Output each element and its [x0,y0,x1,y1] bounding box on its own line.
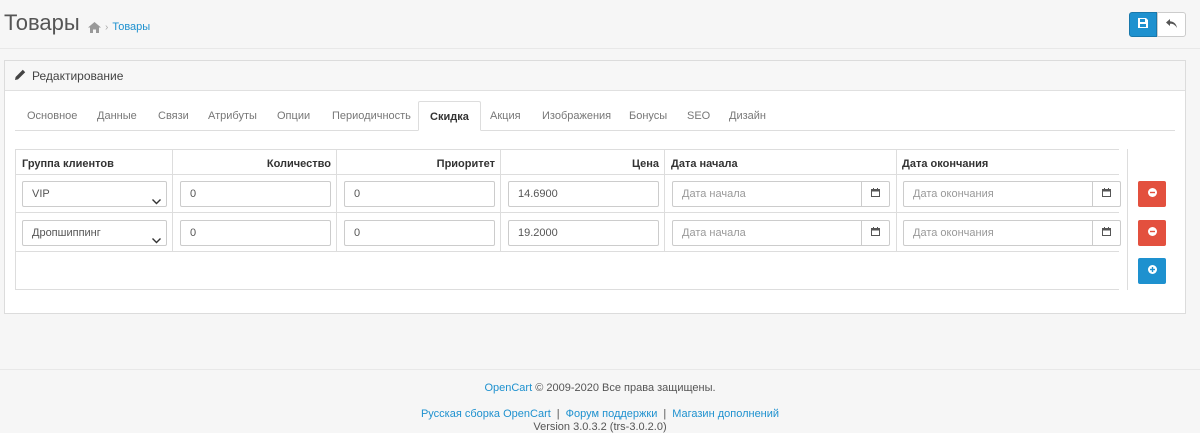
customer-group-select[interactable]: VIP [22,181,167,207]
table-border-top [15,149,1119,150]
save-button[interactable] [1129,12,1157,37]
calendar-icon [1102,188,1111,200]
back-button[interactable] [1157,12,1186,37]
table-col-divider [664,149,665,251]
price-input[interactable]: 19.2000 [508,220,659,246]
priority-input[interactable]: 0 [344,181,495,207]
quantity-input[interactable]: 0 [180,181,331,207]
table-col-divider [896,149,897,251]
date-start-calendar-button[interactable] [862,220,890,246]
col-header-customer-group: Группа клиентов [22,158,114,170]
tab-bar: Основное Данные Связи Атрибуты Опции Пер… [15,101,1175,131]
table-border-bottom [15,289,1119,290]
panel-heading: Редактирование [5,61,1185,91]
edit-panel: Редактирование Основное Данные Связи Атр… [4,60,1186,314]
table-border-left [15,149,16,290]
date-start-input[interactable]: Дата начала [672,220,862,246]
tab-discount[interactable]: Скидка [418,101,481,131]
price-input[interactable]: 14.6900 [508,181,659,207]
footer-separator: | [556,408,560,420]
calendar-icon [871,188,880,200]
date-end-calendar-button[interactable] [1093,220,1121,246]
support-forum-link[interactable]: Форум поддержки [566,408,658,420]
remove-row-button[interactable] [1138,181,1166,207]
pencil-icon [15,69,26,83]
col-header-priority: Приоритет [436,158,495,170]
breadcrumb-link-products[interactable]: Товары [112,21,150,33]
date-end-input[interactable]: Дата окончания [903,181,1093,207]
russian-build-link[interactable]: Русская сборка OpenCart [421,408,551,420]
table-col-divider [1127,149,1128,290]
col-header-quantity: Количество [266,158,331,170]
date-end-calendar-button[interactable] [1093,181,1121,207]
customer-group-select[interactable]: Дропшиппинг [22,220,167,246]
table-col-divider [172,149,173,251]
customer-group-value: VIP [32,188,50,200]
copyright-text: © 2009-2020 Все права защищены. [535,382,716,394]
extensions-store-link[interactable]: Магазин дополнений [672,408,779,420]
tab-images[interactable]: Изображения [542,101,611,131]
tab-special[interactable]: Акция [490,101,521,131]
footer-separator: | [663,408,667,420]
table-col-divider [336,149,337,251]
minus-circle-icon [1147,188,1157,200]
tab-reward[interactable]: Бонусы [629,101,667,131]
calendar-icon [1102,227,1111,239]
plus-circle-icon [1147,265,1157,277]
footer-version: Version 3.0.3.2 (trs-3.0.2.0) [533,421,667,433]
date-start-calendar-button[interactable] [862,181,890,207]
breadcrumb-separator: › [105,21,109,33]
opencart-link[interactable]: OpenCart [484,382,532,394]
tab-recurring[interactable]: Периодичность [332,101,411,131]
table-header-divider [15,174,1119,175]
footer-divider [0,369,1200,370]
tab-options[interactable]: Опции [277,101,310,131]
chevron-down-icon [152,190,161,206]
table-col-divider [500,149,501,251]
reply-icon [1166,18,1177,31]
col-header-price: Цена [631,158,659,170]
remove-row-button[interactable] [1138,220,1166,246]
panel-heading-text: Редактирование [32,68,124,83]
customer-group-value: Дропшиппинг [32,227,101,239]
add-discount-button[interactable] [1138,258,1166,284]
home-icon[interactable] [88,21,101,33]
page-title: Товары [4,10,80,35]
save-icon [1138,18,1148,31]
footer-copyright: OpenCart © 2009-2020 Все права защищены. [0,382,1200,394]
col-header-date-end: Дата окончания [902,158,989,170]
chevron-down-icon [152,229,161,245]
breadcrumb: › Товары [88,21,150,33]
quantity-input[interactable]: 0 [180,220,331,246]
priority-input[interactable]: 0 [344,220,495,246]
tab-design[interactable]: Дизайн [729,101,766,131]
tab-links[interactable]: Связи [158,101,189,131]
date-end-input[interactable]: Дата окончания [903,220,1093,246]
table-row-divider [15,251,1119,252]
date-start-input[interactable]: Дата начала [672,181,862,207]
minus-circle-icon [1147,227,1157,239]
page-header: Товары › Товары [0,0,1200,49]
tab-attributes[interactable]: Атрибуты [208,101,257,131]
col-header-date-start: Дата начала [671,158,738,170]
table-row-divider [15,212,1119,213]
footer-links: Русская сборка OpenCart | Форум поддержки |… [0,408,1200,420]
discount-table: Группа клиентов Количество Приоритет Цен… [15,149,1177,290]
calendar-icon [871,227,880,239]
tab-general[interactable]: Основное [27,101,77,131]
tab-data[interactable]: Данные [97,101,137,131]
tab-seo[interactable]: SEO [687,101,710,131]
